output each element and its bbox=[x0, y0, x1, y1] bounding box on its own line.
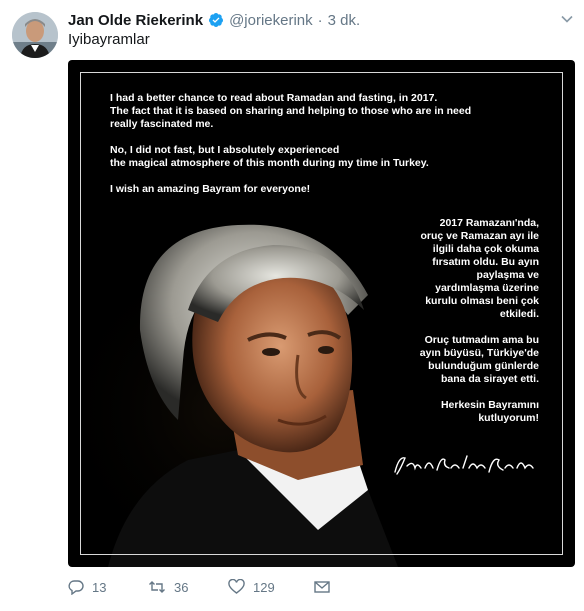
user-handle[interactable]: @joriekerink bbox=[229, 12, 313, 29]
english-paragraph-2: No, I did not fast, but I absolutely exp… bbox=[110, 144, 429, 169]
chevron-down-icon[interactable] bbox=[560, 12, 574, 26]
like-button[interactable]: 129 bbox=[228, 579, 314, 595]
tweet-actions: 13 36 129 bbox=[68, 576, 344, 598]
envelope-icon bbox=[314, 580, 330, 594]
english-paragraph-3: I wish an amazing Bayram for everyone! bbox=[110, 183, 311, 195]
handwritten-signature bbox=[394, 455, 534, 475]
reply-icon bbox=[68, 579, 84, 595]
english-paragraph-1: I had a better chance to read about Rama… bbox=[110, 92, 472, 130]
separator-dot: · bbox=[317, 11, 323, 29]
tweet-media-image[interactable]: I had a better chance to read about Rama… bbox=[68, 60, 575, 567]
retweet-button[interactable]: 36 bbox=[148, 579, 228, 595]
english-message: I had a better chance to read about Rama… bbox=[110, 92, 540, 209]
retweet-icon bbox=[148, 579, 166, 595]
avatar-image bbox=[12, 12, 58, 58]
turkish-message: 2017 Ramazanı'nda, oruç ve Ramazan ayı i… bbox=[379, 217, 539, 438]
reply-button[interactable]: 13 bbox=[68, 579, 148, 595]
tweet: Jan Olde Riekerink @joriekerink · 3 dk. … bbox=[0, 0, 584, 611]
heart-icon bbox=[228, 579, 245, 595]
avatar[interactable] bbox=[12, 12, 58, 58]
tweet-text: Iyibayramlar bbox=[68, 31, 150, 48]
retweet-count: 36 bbox=[174, 579, 189, 595]
tweet-header: Jan Olde Riekerink @joriekerink · 3 dk. bbox=[68, 10, 544, 30]
tweet-timestamp[interactable]: 3 dk. bbox=[328, 12, 361, 29]
display-name[interactable]: Jan Olde Riekerink bbox=[68, 12, 203, 29]
reply-count: 13 bbox=[92, 579, 107, 595]
turkish-paragraph-2: Oruç tutmadım ama bu ayın büyüsü, Türkiy… bbox=[419, 334, 539, 385]
turkish-paragraph-1: 2017 Ramazanı'nda, oruç ve Ramazan ayı i… bbox=[420, 217, 539, 320]
turkish-paragraph-3: Herkesin Bayramını kutluyorum! bbox=[440, 399, 539, 424]
like-count: 129 bbox=[253, 579, 275, 595]
verified-badge-icon bbox=[208, 12, 224, 28]
direct-message-button[interactable] bbox=[314, 580, 344, 594]
